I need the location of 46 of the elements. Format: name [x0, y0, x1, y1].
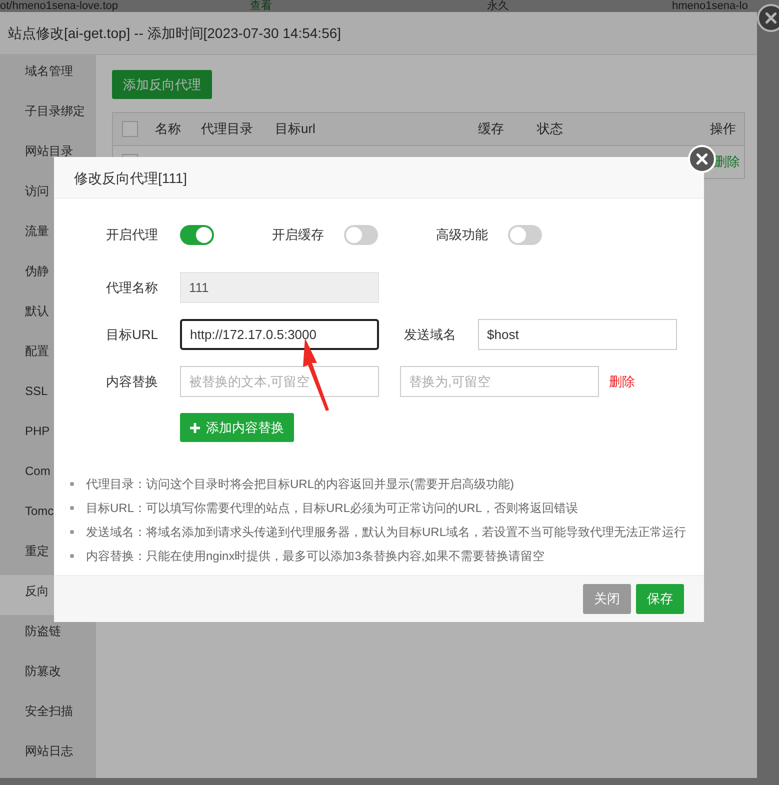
- sidebar-item[interactable]: 域名管理: [0, 55, 96, 95]
- bullet-icon: [70, 482, 74, 486]
- field-label: 目标URL: [104, 326, 158, 344]
- table-cell-text: 永久: [487, 0, 510, 12]
- toggle-switch[interactable]: [344, 225, 378, 245]
- switch-label: 开启代理: [105, 226, 158, 244]
- switch-label: 高级功能: [436, 226, 488, 244]
- help-text: 发送域名：将域名添加到请求头传递到代理服务器，默认为目标URL域名，若设置不当可能导致代理无法正常运行: [86, 524, 686, 540]
- field-label: 发送域名: [404, 326, 457, 344]
- dialog-title: 修改反向代理[111]: [54, 157, 704, 199]
- sidebar-item[interactable]: 网站日志: [0, 735, 96, 775]
- column-header: 操作: [709, 120, 737, 138]
- column-header: 名称: [155, 120, 182, 138]
- delete-link[interactable]: 删除: [609, 372, 635, 390]
- table-cell-text: ot/hmeno1sena-love.top: [0, 0, 120, 12]
- find-field[interactable]: 被替换的文本,可留空: [180, 366, 379, 397]
- sidebar-item[interactable]: 防盗链: [0, 615, 96, 655]
- table-cell-text: 查看: [250, 0, 273, 12]
- add-replace-button[interactable]: 添加内容替换: [180, 413, 294, 442]
- bullet-icon: [70, 554, 74, 558]
- window-title: 站点修改[ai-get.top] -- 添加时间[2023-07-30 14:54:56]: [0, 12, 757, 55]
- bullet-icon: [70, 530, 74, 534]
- field-label: 代理名称: [105, 278, 158, 296]
- help-text: 内容替换：只能在使用nginx时提供，最多可以添加3条替换内容,如果不需要替换请留空: [86, 548, 545, 564]
- plus-icon: [190, 422, 200, 432]
- checkbox[interactable]: [122, 121, 138, 137]
- column-header: 缓存: [478, 120, 505, 138]
- bullet-icon: [70, 506, 74, 510]
- toggle-switch[interactable]: [508, 225, 542, 245]
- domain-field[interactable]: $host: [478, 319, 677, 350]
- url-field[interactable]: http://172.17.0.5:3000: [180, 319, 379, 350]
- sidebar-item[interactable]: 子目录绑定: [0, 95, 96, 135]
- table-cell-text: hmeno1sena-lo: [672, 0, 749, 12]
- save-button[interactable]: 保存: [636, 584, 684, 614]
- switch-label: 开启缓存: [272, 226, 324, 244]
- help-text: 代理目录：访问这个目录时将会把目标URL的内容返回并显示(需要开启高级功能): [86, 476, 514, 492]
- replace-field[interactable]: 替换为,可留空: [400, 366, 599, 397]
- toggle-switch[interactable]: [180, 225, 214, 245]
- column-header: 代理目录: [201, 120, 254, 138]
- sidebar-item[interactable]: 防篡改: [0, 655, 96, 695]
- help-text: 目标URL：可以填写你需要代理的站点，目标URL必须为可正常访问的URL，否则将返回错误: [86, 500, 578, 516]
- column-header: 状态: [537, 120, 564, 138]
- sidebar-item[interactable]: 安全扫描: [0, 695, 96, 735]
- column-header: 目标url: [275, 120, 316, 138]
- field-label: 内容替换: [105, 372, 158, 390]
- close-icon[interactable]: [757, 4, 779, 32]
